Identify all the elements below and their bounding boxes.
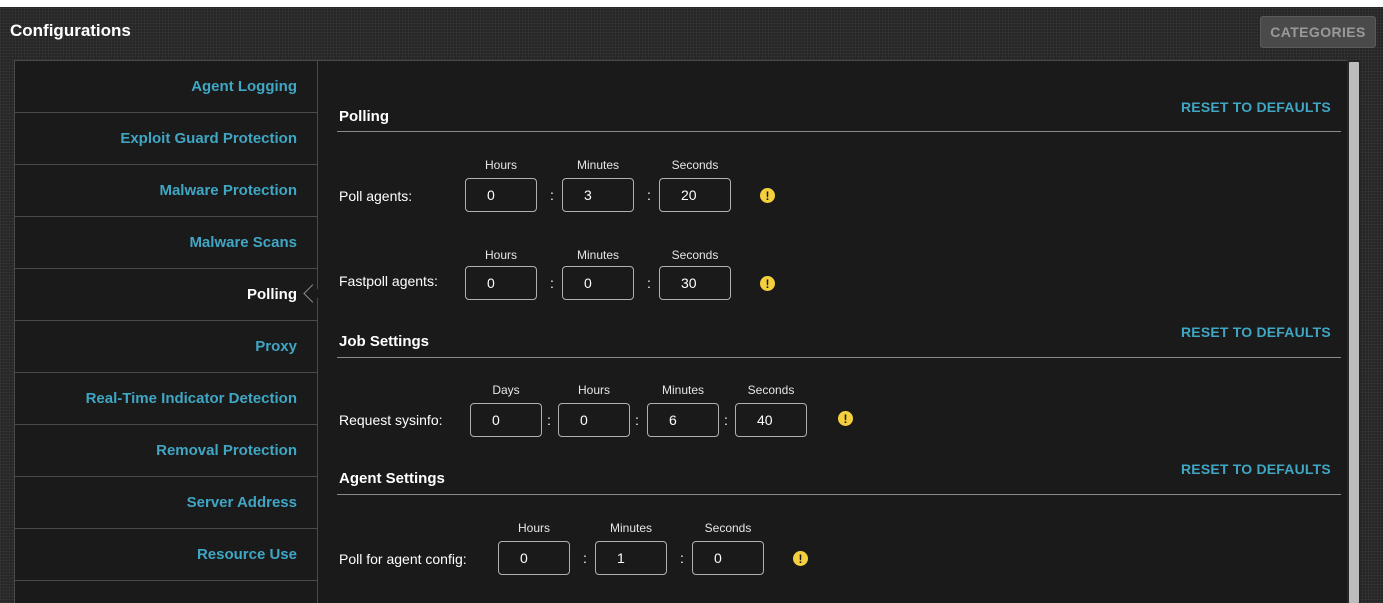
time-separator: : <box>647 187 651 203</box>
reset-defaults-agent-settings-link[interactable]: RESET TO DEFAULTS <box>1181 461 1331 477</box>
sidebar-item-server-address[interactable]: Server Address <box>15 477 317 529</box>
poll-agent-config-hours-input[interactable] <box>498 541 570 575</box>
poll-agent-config-seconds-input[interactable] <box>692 541 764 575</box>
fastpoll-agents-seconds-input[interactable] <box>659 266 731 300</box>
fastpoll-agents-hours-input[interactable] <box>465 266 537 300</box>
time-separator: : <box>724 412 728 428</box>
unit-label-minutes: Minutes <box>609 521 653 535</box>
request-sysinfo-label: Request sysinfo: <box>339 412 443 428</box>
header-bar: Configurations CATEGORIES <box>0 0 1383 60</box>
fastpoll-agents-label: Fastpoll agents: <box>339 273 438 289</box>
section-divider <box>337 494 1341 495</box>
sidebar-item-agent-logging[interactable]: Agent Logging <box>15 61 317 113</box>
time-separator: : <box>647 275 651 291</box>
section-title-job-settings: Job Settings <box>339 333 430 350</box>
time-separator: : <box>583 550 587 566</box>
warning-icon[interactable]: ! <box>760 276 775 291</box>
request-sysinfo-days-input[interactable] <box>470 403 542 437</box>
sidebar-item-proxy[interactable]: Proxy <box>15 321 317 373</box>
scrollbar[interactable] <box>1347 60 1361 603</box>
unit-label-minutes: Minutes <box>576 158 620 172</box>
section-divider <box>337 131 1341 132</box>
page-title: Configurations <box>10 21 131 40</box>
unit-label-seconds: Seconds <box>704 521 752 535</box>
unit-label-seconds: Seconds <box>671 248 719 262</box>
request-sysinfo-seconds-input[interactable] <box>735 403 807 437</box>
unit-label-hours: Hours <box>484 158 517 172</box>
time-separator: : <box>547 412 551 428</box>
poll-agents-label: Poll agents: <box>339 188 413 204</box>
section-divider <box>337 357 1341 358</box>
reset-defaults-job-settings-link[interactable]: RESET TO DEFAULTS <box>1181 324 1331 340</box>
sidebar-item-removal-protection[interactable]: Removal Protection <box>15 425 317 477</box>
time-separator: : <box>635 412 639 428</box>
sidebar-item-polling[interactable]: Polling <box>15 269 317 321</box>
warning-icon[interactable]: ! <box>793 551 808 566</box>
unit-label-days: Days <box>492 383 520 397</box>
poll-agent-config-label: Poll for agent config: <box>339 551 467 567</box>
scrollbar-thumb[interactable] <box>1349 62 1359 603</box>
sidebar-item-malware-protection[interactable]: Malware Protection <box>15 165 317 217</box>
request-sysinfo-minutes-input[interactable] <box>647 403 719 437</box>
poll-agents-minutes-input[interactable] <box>562 178 634 212</box>
request-sysinfo-hours-input[interactable] <box>558 403 630 437</box>
section-title-polling: Polling <box>339 108 389 125</box>
sidebar-item-malware-scans[interactable]: Malware Scans <box>15 217 317 269</box>
unit-label-minutes: Minutes <box>576 248 620 262</box>
unit-label-hours: Hours <box>517 521 550 535</box>
poll-agents-hours-input[interactable] <box>465 178 537 212</box>
sidebar-nav: Agent Logging Exploit Guard Protection M… <box>14 60 318 603</box>
poll-agents-seconds-input[interactable] <box>659 178 731 212</box>
sidebar-item-resource-use[interactable]: Resource Use <box>15 529 317 581</box>
sidebar-item-real-time-indicator-detection[interactable]: Real-Time Indicator Detection <box>15 373 317 425</box>
warning-icon[interactable]: ! <box>760 188 775 203</box>
unit-label-minutes: Minutes <box>661 383 705 397</box>
time-separator: : <box>550 275 554 291</box>
main-panel: Polling RESET TO DEFAULTS Hours Minutes … <box>318 60 1347 603</box>
unit-label-hours: Hours <box>484 248 517 262</box>
fastpoll-agents-minutes-input[interactable] <box>562 266 634 300</box>
warning-icon[interactable]: ! <box>838 411 853 426</box>
unit-label-seconds: Seconds <box>671 158 719 172</box>
sidebar-item-exploit-guard-protection[interactable]: Exploit Guard Protection <box>15 113 317 165</box>
poll-agent-config-minutes-input[interactable] <box>595 541 667 575</box>
categories-button[interactable]: CATEGORIES <box>1260 16 1376 48</box>
reset-defaults-polling-link[interactable]: RESET TO DEFAULTS <box>1181 99 1331 115</box>
time-separator: : <box>550 187 554 203</box>
unit-label-seconds: Seconds <box>747 383 795 397</box>
section-title-agent-settings: Agent Settings <box>339 470 445 487</box>
unit-label-hours: Hours <box>577 383 610 397</box>
time-separator: : <box>680 550 684 566</box>
